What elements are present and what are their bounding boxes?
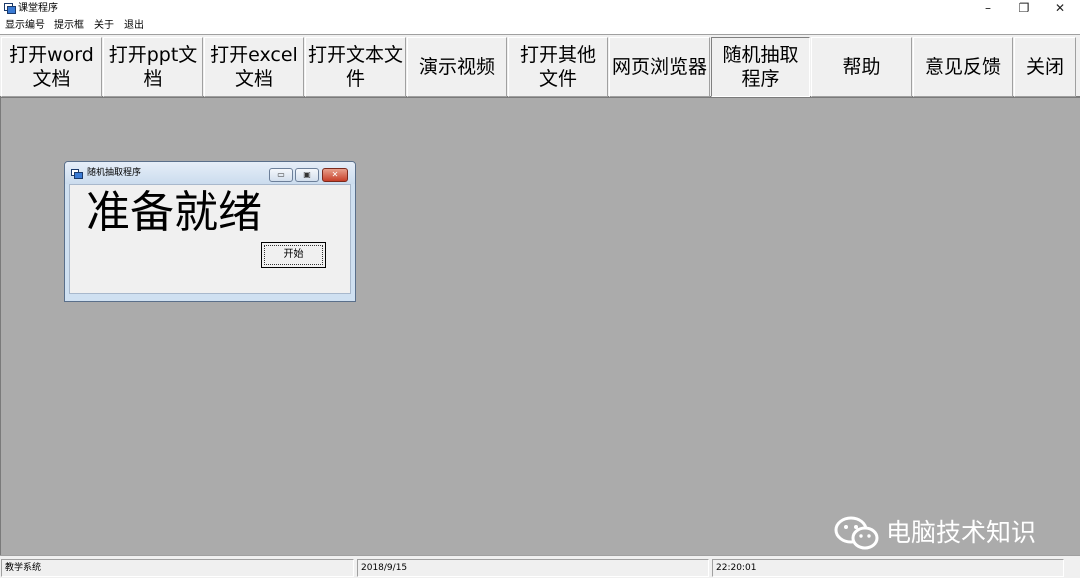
child-maximize-button[interactable]: ▣ <box>295 168 319 182</box>
status-panel-system: 教学系统 <box>1 559 354 577</box>
window-title: 课堂程序 <box>18 3 58 14</box>
close-app-button[interactable]: 关闭 <box>1014 37 1076 97</box>
title-bar: 课堂程序 – ❐ ✕ <box>0 0 1080 18</box>
close-window-button[interactable]: ✕ <box>1042 0 1078 18</box>
child-close-icon: ✕ <box>331 170 339 179</box>
child-minimize-button[interactable]: ▭ <box>269 168 293 182</box>
status-label: 准备就绪 <box>86 187 262 238</box>
toolbar: 打开word文档 打开ppt文档 打开excel文档 打开文本文件 演示视频 打… <box>0 34 1080 98</box>
watermark: 电脑技术知识 <box>834 513 1036 553</box>
status-panel-date: 2018/9/15 <box>357 559 709 577</box>
child-close-button[interactable]: ✕ <box>322 168 348 182</box>
minimize-icon: – <box>985 1 991 15</box>
random-pick-button[interactable]: 随机抽取程序 <box>711 37 810 97</box>
menu-about[interactable]: 关于 <box>94 19 114 32</box>
open-text-file-button[interactable]: 打开文本文件 <box>305 37 406 97</box>
open-word-button[interactable]: 打开word文档 <box>1 37 102 97</box>
child-title-bar[interactable]: 随机抽取程序 ▭ ▣ ✕ <box>65 162 355 184</box>
open-other-file-button[interactable]: 打开其他文件 <box>508 37 608 97</box>
status-panel-time: 22:20:01 <box>712 559 1064 577</box>
child-app-icon <box>71 169 83 179</box>
restore-button[interactable]: ❐ <box>1006 0 1042 18</box>
child-window-title: 随机抽取程序 <box>87 168 142 178</box>
watermark-text: 电脑技术知识 <box>886 518 1037 547</box>
demo-video-button[interactable]: 演示视频 <box>407 37 507 97</box>
random-pick-window: 随机抽取程序 ▭ ▣ ✕ 准备就绪 开始 <box>64 161 356 302</box>
wechat-icon <box>834 516 879 550</box>
menu-exit[interactable]: 退出 <box>124 19 144 32</box>
web-browser-button[interactable]: 网页浏览器 <box>609 37 710 97</box>
menu-prompt-box[interactable]: 提示框 <box>54 19 84 32</box>
close-icon: ✕ <box>1054 1 1066 15</box>
child-minimize-icon: ▭ <box>277 170 285 179</box>
start-button[interactable]: 开始 <box>261 242 326 268</box>
status-bar: 教学系统 2018/9/15 22:20:01 <box>0 555 1080 578</box>
child-window-body: 准备就绪 开始 <box>69 184 351 294</box>
restore-icon: ❐ <box>1018 1 1030 15</box>
feedback-button[interactable]: 意见反馈 <box>913 37 1013 97</box>
mdi-workspace: 随机抽取程序 ▭ ▣ ✕ 准备就绪 开始 电脑技术知识 <box>0 98 1080 555</box>
child-maximize-icon: ▣ <box>303 170 311 179</box>
open-ppt-button[interactable]: 打开ppt文档 <box>103 37 203 97</box>
app-icon <box>4 3 16 14</box>
help-button[interactable]: 帮助 <box>811 37 912 97</box>
open-excel-button[interactable]: 打开excel文档 <box>204 37 304 97</box>
menu-show-number[interactable]: 显示编号 <box>5 19 45 32</box>
minimize-button[interactable]: – <box>970 0 1006 18</box>
menu-bar: 显示编号 提示框 关于 退出 <box>0 18 1080 34</box>
